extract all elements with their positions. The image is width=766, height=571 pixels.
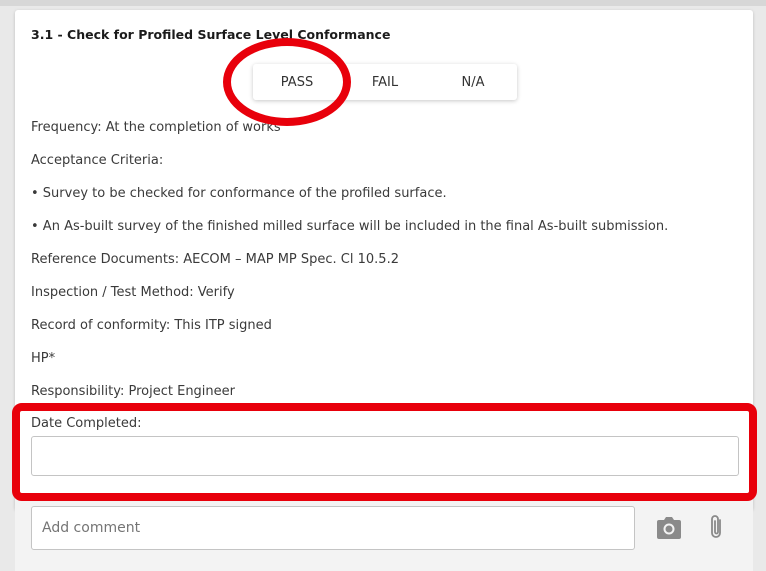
na-button[interactable]: N/A [429, 64, 517, 100]
add-comment-input[interactable] [31, 506, 635, 550]
reference-documents-text: Reference Documents: AECOM – MAP MP Spec… [31, 252, 399, 267]
pass-button[interactable]: PASS [253, 64, 341, 100]
criteria-bullet-1: • Survey to be checked for conformance o… [31, 186, 447, 201]
inspection-method-text: Inspection / Test Method: Verify [31, 285, 235, 300]
frequency-text: Frequency: At the completion of works [31, 120, 281, 135]
camera-icon[interactable] [656, 516, 682, 544]
result-toggle-group: PASS FAIL N/A [253, 64, 517, 100]
item-title: 3.1 - Check for Profiled Surface Level C… [31, 27, 391, 42]
record-of-conformity-text: Record of conformity: This ITP signed [31, 318, 272, 333]
acceptance-criteria-heading: Acceptance Criteria: [31, 153, 164, 168]
top-divider [0, 0, 766, 6]
fail-button[interactable]: FAIL [341, 64, 429, 100]
paperclip-icon[interactable] [707, 513, 727, 545]
date-completed-label: Date Completed: [31, 416, 142, 431]
criteria-bullet-2: • An As-built survey of the finished mil… [31, 219, 669, 234]
hold-point-text: HP* [31, 351, 56, 366]
comment-bar [15, 498, 753, 571]
date-completed-input[interactable] [31, 436, 739, 476]
itp-item-card: 3.1 - Check for Profiled Surface Level C… [15, 10, 753, 510]
responsibility-text: Responsibility: Project Engineer [31, 384, 236, 399]
